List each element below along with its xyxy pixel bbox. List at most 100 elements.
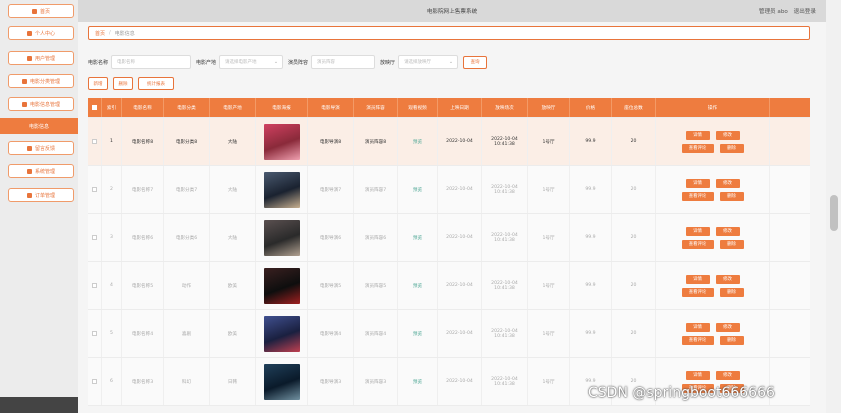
cell-category: 科幻 <box>164 358 210 405</box>
row-delete-button[interactable]: 删除 <box>719 287 744 297</box>
cell-video[interactable]: 预览 <box>398 358 438 405</box>
sidebar-item-6[interactable]: 留言反馈 <box>8 141 74 155</box>
cast-search-input[interactable]: 演员阵容 <box>311 55 376 69</box>
cell-hall: 1号厅 <box>528 214 570 261</box>
add-button[interactable]: 新增 <box>88 77 108 90</box>
column-header-12: 价格 <box>570 98 612 117</box>
column-header-10: 放映场次 <box>482 98 528 117</box>
movie-poster-image <box>263 315 300 352</box>
cell-category: 电影分类7 <box>164 166 210 213</box>
list-icon <box>26 192 32 198</box>
column-header-9: 上映日期 <box>438 98 482 117</box>
cell-cast: 演员阵容8 <box>354 118 398 165</box>
detail-button[interactable]: 详情 <box>685 274 710 284</box>
view-comments-button[interactable]: 查看评论 <box>681 335 714 345</box>
column-header-13: 座位总数 <box>612 98 656 117</box>
search-bar: 电影名称 电影名称 电影产地 请选择电影产地 ⌄ 演员阵容 演员阵容 放映厅 请… <box>88 54 488 70</box>
cell-category: 电影分类8 <box>164 118 210 165</box>
detail-button[interactable]: 详情 <box>685 226 710 236</box>
search-button[interactable]: 查询 <box>463 55 488 69</box>
sidebar-item-4[interactable]: 电影信息管理 <box>8 97 74 111</box>
watermark: CSDN @springboot666666 <box>588 385 775 401</box>
cell-video[interactable]: 预览 <box>398 310 438 357</box>
cell-video[interactable]: 预览 <box>398 214 438 261</box>
select-all-checkbox[interactable] <box>92 105 97 110</box>
sidebar-item-label: 订单管理 <box>34 192 55 199</box>
movie-poster-image <box>263 219 300 256</box>
cell-seats: 20 <box>612 310 656 357</box>
row-checkbox[interactable] <box>92 283 97 288</box>
row-delete-button[interactable]: 删除 <box>719 239 744 249</box>
sidebar-item-1[interactable]: 个人中心 <box>8 26 74 40</box>
row-checkbox[interactable] <box>92 139 97 144</box>
edit-button[interactable]: 修改 <box>715 178 740 188</box>
row-checkbox[interactable] <box>92 331 97 336</box>
view-comments-button[interactable]: 查看评论 <box>681 143 714 153</box>
view-comments-button[interactable]: 查看评论 <box>681 191 714 201</box>
scrollbar[interactable] <box>826 0 841 413</box>
cell-price: 99.9 <box>570 310 612 357</box>
cast-label: 演员阵容 <box>288 59 309 66</box>
name-search-input[interactable]: 电影名称 <box>111 55 192 69</box>
row-checkbox[interactable] <box>92 235 97 240</box>
cell-time: 2022-10-04 10:41:38 <box>482 214 528 261</box>
poster-cell <box>256 262 308 309</box>
detail-button[interactable]: 详情 <box>685 178 710 188</box>
sidebar-item-7[interactable]: 系统管理 <box>8 164 74 178</box>
breadcrumb-home[interactable]: 首页 <box>95 30 105 37</box>
cell-price: 99.9 <box>570 166 612 213</box>
cell-name: 电影名称3 <box>122 358 164 405</box>
sidebar-item-8[interactable]: 订单管理 <box>8 188 74 202</box>
row-delete-button[interactable]: 删除 <box>719 335 744 345</box>
row-delete-button[interactable]: 删除 <box>719 143 744 153</box>
main-content: 首页 / 电影信息 电影名称 电影名称 电影产地 请选择电影产地 ⌄ 演员阵容 … <box>78 22 826 413</box>
home-icon <box>31 8 37 14</box>
sidebar-item-label: 个人中心 <box>34 30 55 37</box>
movie-table: 索引 电影名称 电影分类 电影产地 电影海报 电影导演 演员阵容 观看视频 上映日期 放映场次 放映… <box>88 98 810 406</box>
scrollbar-thumb[interactable] <box>830 195 838 231</box>
action-bar: 新增 删除 统计报表 <box>88 77 179 90</box>
detail-button[interactable]: 详情 <box>685 322 710 332</box>
cell-director: 电影导演4 <box>308 310 354 357</box>
edit-button[interactable]: 修改 <box>715 226 740 236</box>
row-operations: 详情 修改 查看评论 删除 <box>656 118 770 165</box>
detail-button[interactable]: 详情 <box>685 370 710 380</box>
row-delete-button[interactable]: 删除 <box>719 191 744 201</box>
sidebar-item-label: 电影分类管理 <box>29 78 60 85</box>
row-checkbox[interactable] <box>92 187 97 192</box>
sidebar-item-0[interactable]: 首页 <box>8 4 74 18</box>
row-operations: 详情 修改 查看评论 删除 <box>656 262 770 309</box>
top-bar: 电影院网上售票系统 管理员 abo 退出登录 <box>78 0 826 22</box>
grid-icon <box>21 78 27 84</box>
view-comments-button[interactable]: 查看评论 <box>681 287 714 297</box>
column-header-0[interactable] <box>88 98 102 117</box>
edit-button[interactable]: 修改 <box>715 274 740 284</box>
edit-button[interactable]: 修改 <box>715 370 740 380</box>
movie-poster-image <box>263 363 300 400</box>
edit-button[interactable]: 修改 <box>715 130 740 140</box>
edit-button[interactable]: 修改 <box>715 322 740 332</box>
cell-video[interactable]: 预览 <box>398 262 438 309</box>
cell-director: 电影导演7 <box>308 166 354 213</box>
cell-price: 99.9 <box>570 214 612 261</box>
sidebar-item-2[interactable]: 用户管理 <box>8 51 74 65</box>
origin-select[interactable]: 请选择电影产地 ⌄ <box>219 55 284 69</box>
delete-button[interactable]: 删除 <box>113 77 133 90</box>
logout-link[interactable]: 退出登录 <box>794 9 816 15</box>
report-button[interactable]: 统计报表 <box>138 77 174 90</box>
table-row: 2 电影名称7 电影分类7 大陆 电影导演7 演员阵容7 预览 2022-10-04 2022-… <box>88 166 810 214</box>
cell-origin: 大陆 <box>210 118 256 165</box>
hall-select[interactable]: 请选择放映厅 ⌄ <box>398 55 459 69</box>
origin-label: 电影产地 <box>196 59 217 66</box>
cell-date: 2022-10-04 <box>438 214 482 261</box>
cell-index: 5 <box>102 310 122 357</box>
sidebar-item-5[interactable]: 电影信息 <box>0 118 78 134</box>
cell-director: 电影导演6 <box>308 214 354 261</box>
sidebar-item-3[interactable]: 电影分类管理 <box>8 74 74 88</box>
user-icon <box>26 30 32 36</box>
cell-video[interactable]: 预览 <box>398 118 438 165</box>
row-checkbox[interactable] <box>92 379 97 384</box>
view-comments-button[interactable]: 查看评论 <box>681 239 714 249</box>
detail-button[interactable]: 详情 <box>685 130 710 140</box>
cell-video[interactable]: 预览 <box>398 166 438 213</box>
